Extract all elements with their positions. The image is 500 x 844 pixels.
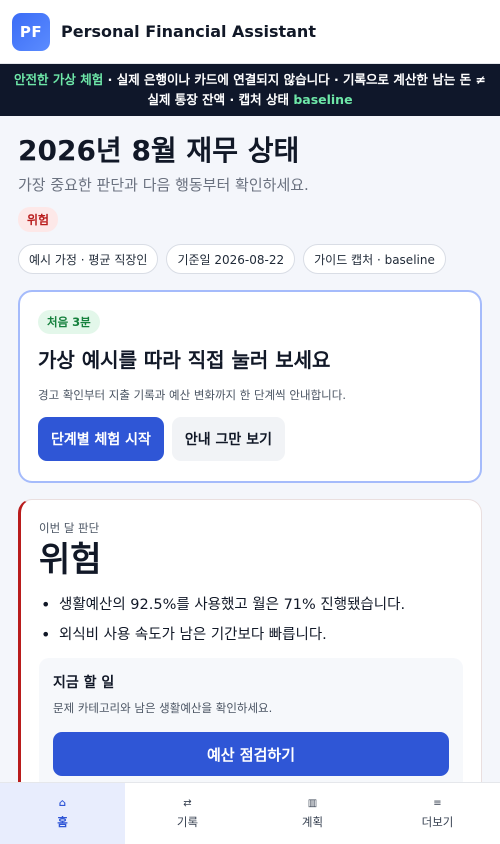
nav-item-more[interactable]: ≡ 더보기	[375, 783, 500, 844]
reason-list: 생활예산의 92.5%를 사용했고 월은 71% 진행됐습니다. 외식비 사용 …	[39, 596, 463, 644]
verdict-value: 위험	[39, 540, 102, 580]
reason-item: 생활예산의 92.5%를 사용했고 월은 71% 진행됐습니다.	[39, 596, 463, 614]
chip-capture: 가이드 캡처 · baseline	[303, 244, 446, 274]
app-logo[interactable]: PF	[12, 12, 50, 51]
dismiss-guide-button[interactable]: 안내 그만 보기	[171, 417, 285, 461]
nav-label-plan: 계획	[301, 814, 324, 829]
nav-item-records[interactable]: ⇄ 기록	[125, 783, 250, 844]
verdict-card: 이번 달 판단 위험 생활예산의 92.5%를 사용했고 월은 71% 진행됐습…	[18, 499, 482, 782]
guide-badge: 처음 3분	[38, 310, 100, 334]
guide-title: 가상 예시를 따라 직접 눌러 보세요	[38, 348, 331, 372]
banner-capture-state: baseline	[293, 92, 353, 107]
app-header: PF Personal Financial Assistant	[0, 0, 500, 64]
nav-label-home: 홈	[57, 814, 68, 829]
bottom-nav: ⌂ 홈 ⇄ 기록 ▥ 계획 ≡ 더보기	[0, 782, 500, 844]
app-title: Personal Financial Assistant	[61, 22, 316, 41]
page-subtitle: 가장 중요한 판단과 다음 행동부터 확인하세요.	[18, 176, 309, 194]
plan-icon: ▥	[307, 797, 318, 809]
check-budget-button[interactable]: 예산 점검하기	[53, 732, 449, 776]
nav-label-records: 기록	[176, 814, 199, 829]
banner-line-1: 안전한 가상 체험 · 실제 은행이나 카드에 연결되지 않습니다 · 기록으로…	[10, 70, 490, 90]
guide-description: 경고 확인부터 지출 기록과 예산 변화까지 한 단계씩 안내합니다.	[38, 388, 346, 402]
transfer-icon: ⇄	[183, 797, 192, 809]
guide-card: 처음 3분 가상 예시를 따라 직접 눌러 보세요 경고 확인부터 지출 기록과…	[18, 290, 482, 483]
verdict-label: 이번 달 판단	[39, 521, 100, 535]
banner-text: · 실제 은행이나 카드에 연결되지 않습니다 · 기록으로 계산한 남는 돈 …	[103, 72, 486, 87]
reason-item: 외식비 사용 속도가 남은 기간보다 빠릅니다.	[39, 626, 463, 644]
todo-title: 지금 할 일	[53, 675, 115, 691]
home-icon: ⌂	[58, 797, 67, 809]
todo-description: 문제 카테고리와 남은 생활예산을 확인하세요.	[53, 701, 273, 715]
banner-line-2: 실제 통장 잔액 · 캡처 상태 baseline	[10, 90, 490, 110]
start-tour-button[interactable]: 단계별 체험 시작	[38, 417, 164, 461]
context-chips: 예시 가정 · 평균 직장인 기준일 2026-08-22 가이드 캡처 · b…	[18, 244, 482, 274]
chip-base-date: 기준일 2026-08-22	[166, 244, 296, 274]
chip-scenario: 예시 가정 · 평균 직장인	[18, 244, 159, 274]
safety-banner: 안전한 가상 체험 · 실제 은행이나 카드에 연결되지 않습니다 · 기록으로…	[0, 64, 500, 116]
menu-icon: ≡	[433, 797, 442, 809]
guide-actions: 단계별 체험 시작 안내 그만 보기	[38, 417, 462, 461]
banner-capture-text: 실제 통장 잔액 · 캡처 상태	[147, 92, 294, 107]
nav-label-more: 더보기	[421, 814, 454, 829]
page-title: 2026년 8월 재무 상태	[18, 134, 300, 167]
nav-item-home[interactable]: ⌂ 홈	[0, 783, 125, 844]
banner-highlight: 안전한 가상 체험	[14, 72, 104, 87]
main-content[interactable]: 2026년 8월 재무 상태 가장 중요한 판단과 다음 행동부터 확인하세요.…	[0, 116, 500, 782]
todo-box: 지금 할 일 문제 카테고리와 남은 생활예산을 확인하세요. 예산 점검하기	[39, 658, 463, 782]
nav-item-plan[interactable]: ▥ 계획	[250, 783, 375, 844]
status-badge: 위험	[18, 207, 59, 232]
